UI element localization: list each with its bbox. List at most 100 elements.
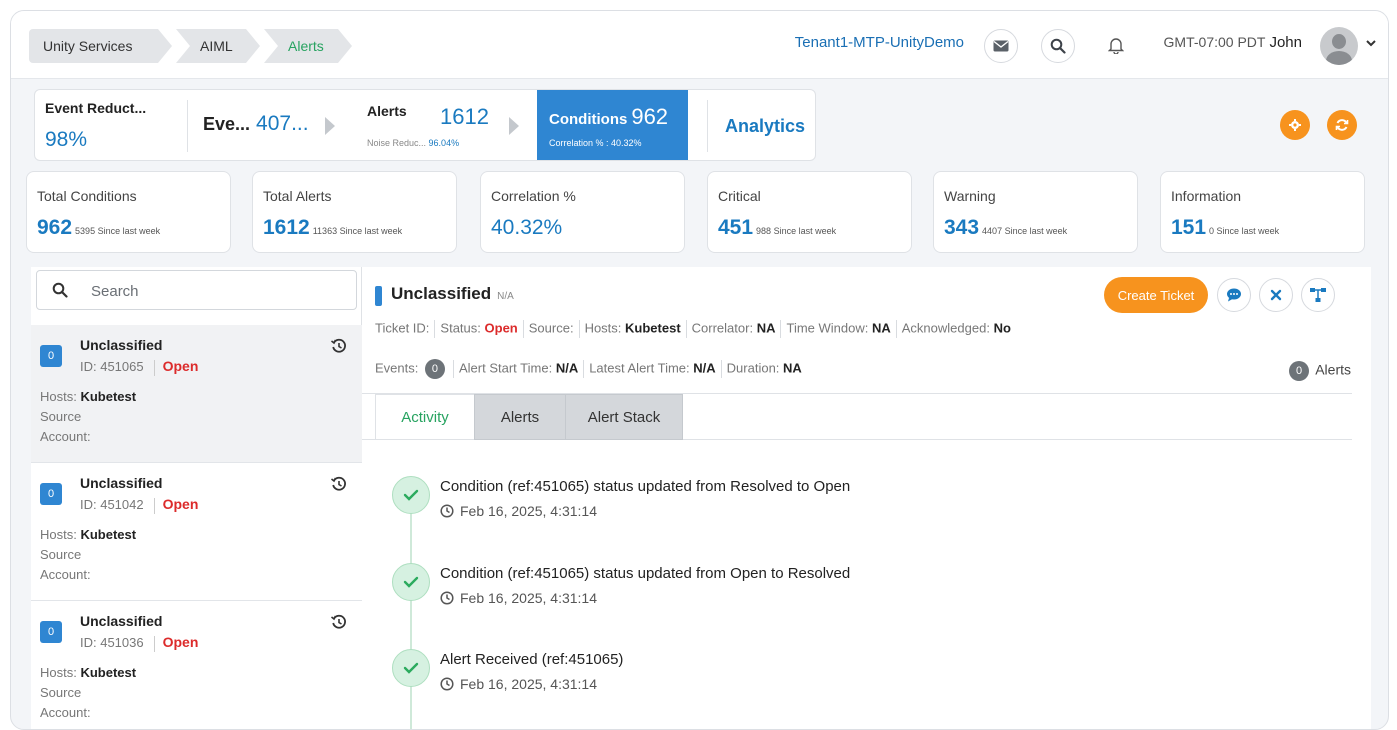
funnel-conditions[interactable]: Conditions 962 Correlation % : 40.32% <box>537 90 688 160</box>
source-line: Source <box>40 547 82 562</box>
events-label: Events: <box>375 360 419 376</box>
breadcrumb-label[interactable]: Alerts <box>288 38 324 54</box>
funnel-label: Conditions 962 <box>549 104 668 130</box>
stat-card-correlation[interactable]: Correlation % 40.32% <box>480 171 685 253</box>
condition-id: ID: 451042 <box>80 497 144 512</box>
tab-activity[interactable]: Activity <box>375 394 475 440</box>
user-name[interactable]: John <box>1269 34 1302 51</box>
stat-value: 343 <box>944 216 980 239</box>
source-line: Source <box>40 409 82 424</box>
stat-sub: 4407 Since last week <box>982 226 1068 236</box>
events-count-badge: 0 <box>424 359 445 379</box>
top-bar: Unity Services AIML Alerts Tenant1-MTP-U… <box>11 11 1388 79</box>
ticket-meta-row: Ticket ID: Status: Open Source: Hosts: Kube… <box>375 320 1011 338</box>
conditions-value: 962 <box>631 104 669 129</box>
stat-value-line: 40.32% <box>491 216 565 240</box>
hosts-value: Kubetest <box>80 389 137 404</box>
count-badge: 0 <box>40 483 62 505</box>
settings-button[interactable] <box>1280 110 1310 140</box>
activity-text: Condition (ref:451065) status updated fr… <box>440 565 851 582</box>
latest-value: N/A <box>693 360 716 376</box>
hosts-line: Hosts: Kubetest <box>40 665 136 680</box>
stat-card-total-alerts[interactable]: Total Alerts 1612 11363 Since last week <box>252 171 457 253</box>
history-icon[interactable] <box>330 613 348 631</box>
global-search-button[interactable] <box>1041 29 1075 63</box>
alerts-count: 0 Alerts <box>1286 361 1351 381</box>
stat-value: 962 <box>37 216 73 239</box>
list-item[interactable]: 0 Unclassified ID: 451042 Open Hosts: Kub… <box>31 463 362 601</box>
breadcrumb-alerts[interactable]: Alerts <box>264 29 352 63</box>
breadcrumb-unity-services[interactable]: Unity Services <box>29 29 172 63</box>
topology-button[interactable] <box>1301 278 1335 312</box>
hosts-value: Kubetest <box>625 320 681 336</box>
condition-name: Unclassified <box>80 337 163 353</box>
stat-card-total-conditions[interactable]: Total Conditions 962 5395 Since last week <box>26 171 231 253</box>
stat-value-line: 343 4407 Since last week <box>944 216 1067 240</box>
stat-value-line: 962 5395 Since last week <box>37 216 160 240</box>
conditions-list: 0 Unclassified ID: 451065 Open Hosts: Kub… <box>31 267 362 729</box>
status-badge: Open <box>162 634 199 650</box>
funnel-value: 407... <box>256 112 309 135</box>
stat-value-line: 151 0 Since last week <box>1171 216 1279 240</box>
create-ticket-button[interactable]: Create Ticket <box>1104 277 1208 313</box>
account-line: Account: <box>40 705 91 720</box>
time-window-label: Time Window: <box>786 320 869 336</box>
close-icon <box>1270 289 1282 301</box>
comments-button[interactable] <box>1217 278 1251 312</box>
history-icon[interactable] <box>330 475 348 493</box>
history-icon[interactable] <box>330 337 348 355</box>
tab-alert-stack[interactable]: Alert Stack <box>565 394 683 440</box>
funnel-event-reduction[interactable]: Event Reduct... 98% <box>45 90 179 160</box>
user-avatar-icon[interactable] <box>1320 27 1358 65</box>
breadcrumb-label[interactable]: AIML <box>200 38 233 54</box>
condition-id-line: ID: 451065 Open <box>80 358 198 376</box>
activity-time: Feb 16, 2025, 4:31:14 <box>440 676 597 692</box>
activity-time: Feb 16, 2025, 4:31:14 <box>440 590 597 606</box>
tenant-selector[interactable]: Tenant1-MTP-UnityDemo <box>795 34 964 51</box>
correlator-value: NA <box>756 320 776 336</box>
clock-icon <box>440 591 454 605</box>
funnel-label: Alerts <box>367 103 407 119</box>
funnel-value: 98% <box>45 128 88 151</box>
breadcrumb-aiml[interactable]: AIML <box>176 29 260 63</box>
app-window: Unity Services AIML Alerts Tenant1-MTP-U… <box>10 10 1389 730</box>
stat-label: Critical <box>718 188 761 204</box>
refresh-button[interactable] <box>1327 110 1357 140</box>
gear-icon <box>1289 119 1301 131</box>
stat-card-warning[interactable]: Warning 343 4407 Since last week <box>933 171 1138 253</box>
search-input[interactable] <box>91 278 341 304</box>
activity-text: Alert Received (ref:451065) <box>440 651 624 668</box>
search-icon <box>1050 38 1066 54</box>
hosts-line: Hosts: Kubetest <box>40 527 136 542</box>
messages-button[interactable] <box>984 29 1018 63</box>
activity-time-text: Feb 16, 2025, 4:31:14 <box>460 676 597 692</box>
stat-sub: 988 Since last week <box>756 226 837 236</box>
list-item[interactable]: 0 Unclassified ID: 451065 Open Hosts: Kub… <box>31 325 362 463</box>
stat-card-critical[interactable]: Critical 451 988 Since last week <box>707 171 912 253</box>
topology-icon <box>1310 288 1326 302</box>
breadcrumb-label[interactable]: Unity Services <box>43 38 132 54</box>
close-button[interactable] <box>1259 278 1293 312</box>
chevron-down-icon[interactable] <box>1364 36 1378 50</box>
condition-id-line: ID: 451042 Open <box>80 496 198 514</box>
start-label: Alert Start Time: <box>458 360 553 376</box>
divider <box>707 100 708 152</box>
latest-label: Latest Alert Time: <box>589 360 690 376</box>
stat-value: 151 <box>1171 216 1207 239</box>
funnel-alerts[interactable]: Alerts 1612 Noise Reduc... 96.04% <box>367 90 497 160</box>
condition-detail: Unclassified N/A Create Ticket Ticket ID:… <box>362 267 1371 729</box>
notifications-button[interactable] <box>1107 36 1125 55</box>
chat-icon <box>1227 288 1241 302</box>
stat-label: Total Conditions <box>37 188 137 204</box>
hosts-line: Hosts: Kubetest <box>40 389 136 404</box>
account-line: Account: <box>40 429 91 444</box>
stat-card-information[interactable]: Information 151 0 Since last week <box>1160 171 1365 253</box>
hosts-label: Hosts: <box>40 389 77 404</box>
list-item[interactable]: 0 Unclassified ID: 451036 Open Hosts: Kub… <box>31 601 362 729</box>
tab-alerts[interactable]: Alerts <box>474 394 566 440</box>
hosts-label: Hosts: <box>584 320 622 336</box>
timeline-line <box>410 495 412 729</box>
stat-label: Correlation % <box>491 188 576 204</box>
breadcrumb: Unity Services AIML Alerts <box>29 29 356 63</box>
stat-sub: 0 Since last week <box>1209 226 1280 236</box>
